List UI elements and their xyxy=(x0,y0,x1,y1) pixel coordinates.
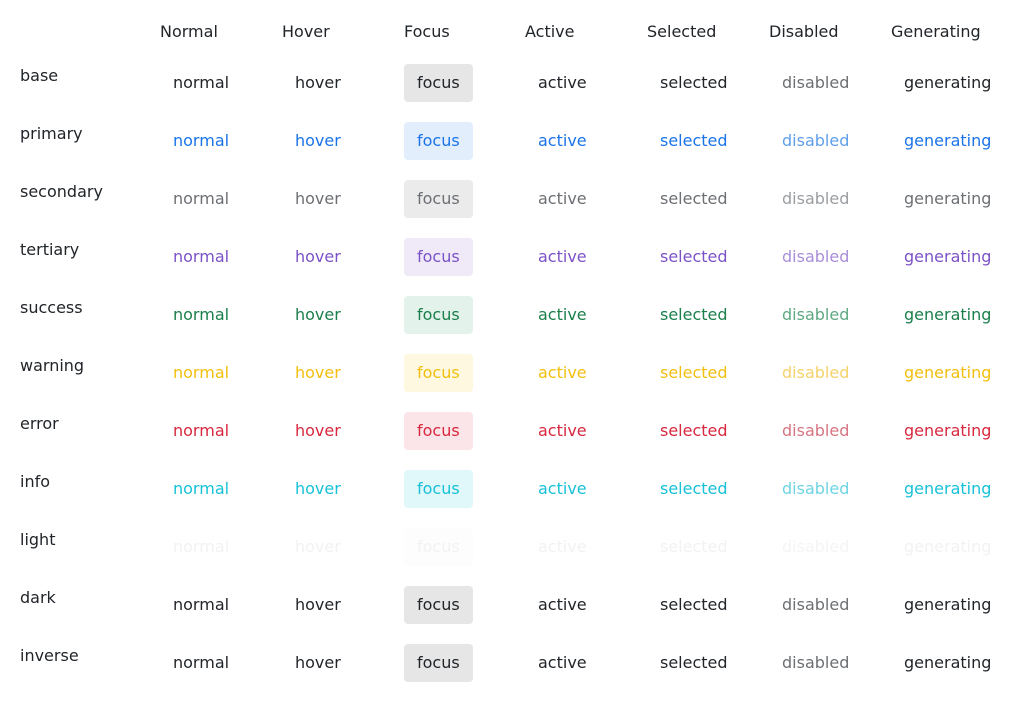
dark-selected-button[interactable]: selected xyxy=(647,586,741,624)
secondary-focus-button[interactable]: focus xyxy=(404,180,473,218)
dark-hover-button[interactable]: hover xyxy=(282,586,354,624)
row-label-inverse: inverse xyxy=(20,646,79,665)
light-focus-button[interactable]: focus xyxy=(404,528,473,566)
tertiary-generating-button[interactable]: generating xyxy=(891,238,1004,276)
light-normal-button[interactable]: normal xyxy=(160,528,242,566)
column-header-selected: Selected xyxy=(647,22,717,41)
base-normal-button[interactable]: normal xyxy=(160,64,242,102)
dark-generating-button[interactable]: generating xyxy=(891,586,1004,624)
base-generating-button[interactable]: generating xyxy=(891,64,1004,102)
tertiary-focus-button[interactable]: focus xyxy=(404,238,473,276)
inverse-active-button[interactable]: active xyxy=(525,644,600,682)
secondary-generating-button[interactable]: generating xyxy=(891,180,1004,218)
primary-disabled-button: disabled xyxy=(782,131,850,150)
warning-selected-button[interactable]: selected xyxy=(647,354,741,392)
row-label-tertiary: tertiary xyxy=(20,240,80,259)
tertiary-normal-button[interactable]: normal xyxy=(160,238,242,276)
column-header-disabled: Disabled xyxy=(769,22,839,41)
error-disabled-button: disabled xyxy=(782,421,850,440)
error-generating-button[interactable]: generating xyxy=(891,412,1004,450)
light-disabled-button: disabled xyxy=(782,537,850,556)
base-focus-button[interactable]: focus xyxy=(404,64,473,102)
column-header-active: Active xyxy=(525,22,575,41)
info-selected-button[interactable]: selected xyxy=(647,470,741,508)
inverse-selected-button[interactable]: selected xyxy=(647,644,741,682)
error-selected-button[interactable]: selected xyxy=(647,412,741,450)
base-selected-button[interactable]: selected xyxy=(647,64,741,102)
dark-normal-button[interactable]: normal xyxy=(160,586,242,624)
error-normal-button[interactable]: normal xyxy=(160,412,242,450)
primary-generating-button[interactable]: generating xyxy=(891,122,1004,160)
row-label-info: info xyxy=(20,472,51,491)
base-active-button[interactable]: active xyxy=(525,64,600,102)
inverse-normal-button[interactable]: normal xyxy=(160,644,242,682)
success-selected-button[interactable]: selected xyxy=(647,296,741,334)
info-normal-button[interactable]: normal xyxy=(160,470,242,508)
info-focus-button[interactable]: focus xyxy=(404,470,473,508)
column-header-normal: Normal xyxy=(160,22,218,41)
row-label-dark: dark xyxy=(20,588,56,607)
column-header-hover: Hover xyxy=(282,22,330,41)
warning-disabled-button: disabled xyxy=(782,363,850,382)
success-hover-button[interactable]: hover xyxy=(282,296,354,334)
row-label-success: success xyxy=(20,298,83,317)
row-label-primary: primary xyxy=(20,124,83,143)
inverse-disabled-button: disabled xyxy=(782,653,850,672)
primary-focus-button[interactable]: focus xyxy=(404,122,473,160)
info-generating-button[interactable]: generating xyxy=(891,470,1004,508)
row-label-secondary: secondary xyxy=(20,182,103,201)
primary-normal-button[interactable]: normal xyxy=(160,122,242,160)
error-hover-button[interactable]: hover xyxy=(282,412,354,450)
inverse-focus-button[interactable]: focus xyxy=(404,644,473,682)
secondary-selected-button[interactable]: selected xyxy=(647,180,741,218)
success-normal-button[interactable]: normal xyxy=(160,296,242,334)
secondary-active-button[interactable]: active xyxy=(525,180,600,218)
primary-active-button[interactable]: active xyxy=(525,122,600,160)
column-header-focus: Focus xyxy=(404,22,450,41)
light-active-button[interactable]: active xyxy=(525,528,600,566)
secondary-normal-button[interactable]: normal xyxy=(160,180,242,218)
row-label-base: base xyxy=(20,66,59,85)
primary-hover-button[interactable]: hover xyxy=(282,122,354,160)
dark-active-button[interactable]: active xyxy=(525,586,600,624)
dark-focus-button[interactable]: focus xyxy=(404,586,473,624)
warning-generating-button[interactable]: generating xyxy=(891,354,1004,392)
light-selected-button[interactable]: selected xyxy=(647,528,741,566)
row-label-error: error xyxy=(20,414,59,433)
error-active-button[interactable]: active xyxy=(525,412,600,450)
inverse-hover-button[interactable]: hover xyxy=(282,644,354,682)
info-hover-button[interactable]: hover xyxy=(282,470,354,508)
info-active-button[interactable]: active xyxy=(525,470,600,508)
secondary-hover-button[interactable]: hover xyxy=(282,180,354,218)
tertiary-selected-button[interactable]: selected xyxy=(647,238,741,276)
dark-disabled-button: disabled xyxy=(782,595,850,614)
row-label-warning: warning xyxy=(20,356,85,375)
success-generating-button[interactable]: generating xyxy=(891,296,1004,334)
base-hover-button[interactable]: hover xyxy=(282,64,354,102)
light-generating-button[interactable]: generating xyxy=(891,528,1004,566)
error-focus-button[interactable]: focus xyxy=(404,412,473,450)
inverse-generating-button[interactable]: generating xyxy=(891,644,1004,682)
tertiary-active-button[interactable]: active xyxy=(525,238,600,276)
tertiary-disabled-button: disabled xyxy=(782,247,850,266)
success-focus-button[interactable]: focus xyxy=(404,296,473,334)
tertiary-hover-button[interactable]: hover xyxy=(282,238,354,276)
success-disabled-button: disabled xyxy=(782,305,850,324)
success-active-button[interactable]: active xyxy=(525,296,600,334)
light-hover-button[interactable]: hover xyxy=(282,528,354,566)
info-disabled-button: disabled xyxy=(782,479,850,498)
warning-normal-button[interactable]: normal xyxy=(160,354,242,392)
column-header-generating: Generating xyxy=(891,22,981,41)
warning-active-button[interactable]: active xyxy=(525,354,600,392)
warning-focus-button[interactable]: focus xyxy=(404,354,473,392)
base-disabled-button: disabled xyxy=(782,73,850,92)
row-label-light: light xyxy=(20,530,56,549)
primary-selected-button[interactable]: selected xyxy=(647,122,741,160)
state-color-grid: Normal Hover Focus Active Selected Disabled Ge… xyxy=(0,0,1024,702)
warning-hover-button[interactable]: hover xyxy=(282,354,354,392)
secondary-disabled-button: disabled xyxy=(782,189,850,208)
